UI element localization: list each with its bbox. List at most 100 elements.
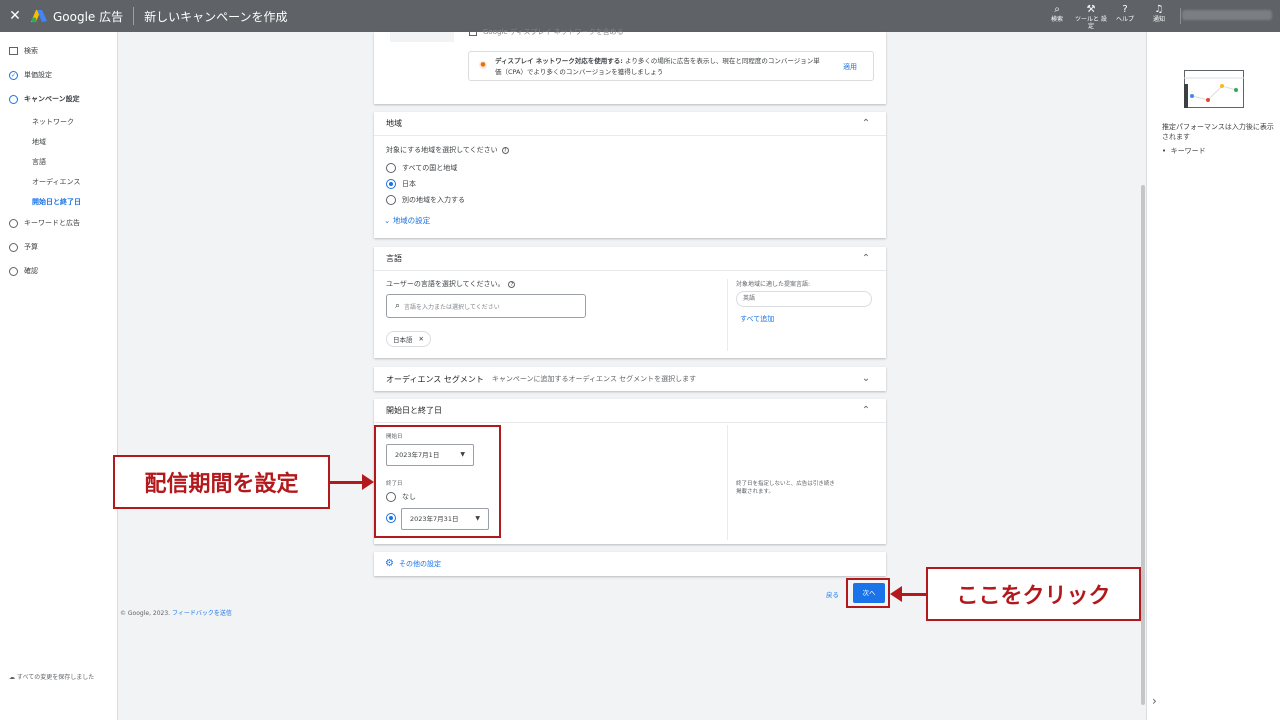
sidebar-item-label: 単価設定 [24,71,52,79]
tools-settings-button[interactable]: ⚒ ツールと 設定 [1074,4,1108,30]
checkbox-icon [469,28,477,36]
radio-label: 日本 [402,180,416,188]
region-card: 地域 ⌃ 対象にする地域を選択してください? すべての国と地域 日本 別の地域を… [374,112,886,238]
tools-settings-label: ツールと 設定 [1075,16,1107,30]
language-card: 言語 ⌃ ユーザーの言語を選択してください。? ⌕ 言語を入力または選択してくだ… [374,247,886,358]
region-prompt: 対象にする地域を選択してください? [386,145,509,155]
annotation-arrowhead [362,474,374,490]
performance-panel: 推定パフォーマンスは入力後に表示されます • キーワード [1146,32,1280,720]
sidebar-item-label: 確認 [24,267,38,275]
scrollbar-thumb[interactable] [1141,185,1145,705]
region-settings-link[interactable]: ⌄ 地域の設定 [384,215,430,226]
sidebar-subitem-audience[interactable]: オーディエンス [32,177,80,187]
campaign-type-icon [9,47,18,55]
add-all-languages-link[interactable]: すべて追加 [740,314,774,324]
brand-name: Google 広告 [53,9,124,24]
radio-button[interactable] [386,179,396,189]
other-settings-card[interactable]: ⚙ その他の設定 [374,552,886,576]
search-tool-button[interactable]: ⌕ 検索 [1040,4,1074,30]
language-chip-japanese[interactable]: 日本語 ✕ [386,331,431,347]
checkbox-label: Google ディスプレイ ネットワークを含める [483,28,624,36]
dates-card-title: 開始日と終了日 [386,406,442,415]
check-icon: ✓ [9,70,18,80]
other-settings-toggle[interactable]: ⚙ その他の設定 [385,558,441,569]
help-button[interactable]: ? ヘルプ [1108,4,1142,30]
audience-card-title: オーディエンス セグメント [386,374,484,384]
language-card-title: 言語 [386,254,402,263]
sidebar-item-bidding[interactable]: ✓ 単価設定 [9,70,52,80]
search-tool-label: 検索 [1050,16,1063,23]
region-card-title: 地域 [386,119,402,128]
divider [1180,8,1181,24]
lightbulb-icon: ● [479,61,487,69]
step-circle-icon [9,218,18,228]
close-icon[interactable]: ✕ [0,8,30,24]
close-icon[interactable]: ✕ [419,335,424,343]
step-circle-icon [9,94,18,104]
step-circle-icon [9,242,18,252]
apply-button[interactable]: 適用 [843,62,857,72]
suggested-language-label: 対象地域に適した提案言語: [736,281,811,288]
gear-icon: ⚙ [385,558,394,569]
region-card-header[interactable]: 地域 ⌃ [374,112,886,136]
chevron-right-icon[interactable]: › [1152,694,1157,708]
region-option-all[interactable]: すべての国と地域 [386,163,457,173]
step-circle-icon [9,266,18,276]
toolbar: ⌕ 検索 ⚒ ツールと 設定 ? ヘルプ ♫ 通知 [1040,4,1176,30]
chevron-down-icon: ⌄ [384,216,391,225]
suggested-language-chip[interactable]: 英語 [736,291,872,307]
chevron-up-icon[interactable]: ⌃ [860,405,872,417]
top-bar: ✕ Google 広告 新しいキャンペーンを作成 ⌕ 検索 ⚒ ツールと 設定 … [0,0,1280,32]
sidebar-item-label: キャンペーン設定 [24,95,80,103]
sidebar-item-budget[interactable]: 予算 [9,242,38,252]
language-card-header[interactable]: 言語 ⌃ [374,247,886,271]
display-network-suggestion: ● ディスプレイ ネットワーク対応を使用する: より多くの場所に広告を表示し、現… [468,51,874,81]
radio-label: すべての国と地域 [402,164,458,172]
audience-card: オーディエンス セグメント キャンペーンに追加するオーディエンス セグメントを選… [374,367,886,391]
bell-icon: ♫ [1154,4,1164,15]
radio-label: 別の地域を入力する [402,196,465,204]
other-settings-label: その他の設定 [398,559,441,568]
notifications-button[interactable]: ♫ 通知 [1142,4,1176,30]
display-network-checkbox[interactable]: Google ディスプレイ ネットワークを含める [469,27,624,37]
notifications-label: 通知 [1152,16,1165,23]
page-title: 新しいキャンペーンを作成 [144,9,288,24]
help-icon[interactable]: ? [508,281,516,288]
sidebar-item-review[interactable]: 確認 [9,266,38,276]
search-icon: ⌕ [1054,4,1060,15]
language-search-placeholder: 言語を入力または選択してください [404,303,500,311]
sidebar-subitem-language[interactable]: 言語 [32,157,46,167]
account-info[interactable] [1182,10,1272,20]
annotation-highlight-next [846,578,890,608]
sidebar-item-keywords-ads[interactable]: キーワードと広告 [9,218,80,228]
search-icon: ⌕ [395,301,401,311]
sidebar-subitem-network[interactable]: ネットワーク [32,117,74,127]
dates-card-header[interactable]: 開始日と終了日 ⌃ [374,399,886,423]
bullet-text: キーワード [1170,147,1206,155]
sidebar: 検索 ✓ 単価設定 キャンペーン設定 ネットワーク 地域 言語 オーディエンス … [0,32,118,720]
help-label: ヘルプ [1115,16,1134,23]
chevron-down-icon[interactable]: ⌄ [860,373,872,385]
sidebar-subitem-dates[interactable]: 開始日と終了日 [32,197,81,207]
region-option-other[interactable]: 別の地域を入力する [386,195,465,205]
sidebar-subitem-region[interactable]: 地域 [32,137,46,147]
annotation-label-click: ここをクリック [926,567,1141,621]
chevron-up-icon[interactable]: ⌃ [860,253,872,265]
performance-bullet: • キーワード [1162,147,1206,155]
feedback-link[interactable]: フィードバックを送信 [172,610,232,617]
audience-card-header[interactable]: オーディエンス セグメント キャンペーンに追加するオーディエンス セグメントを選… [374,367,886,391]
sidebar-item-search[interactable]: 検索 [9,46,38,56]
chevron-up-icon[interactable]: ⌃ [860,118,872,130]
sidebar-item-label: キーワードと広告 [24,219,80,227]
radio-button[interactable] [386,163,396,173]
save-status-text: すべての変更を保存しました [16,674,95,681]
region-option-japan[interactable]: 日本 [386,179,416,189]
back-button[interactable]: 戻る [826,589,839,599]
sidebar-item-label: 検索 [24,47,38,55]
radio-button[interactable] [386,195,396,205]
language-search-input[interactable]: ⌕ 言語を入力または選択してください [386,294,586,318]
chip-label: 日本語 [393,336,413,344]
help-icon[interactable]: ? [501,147,509,154]
sidebar-item-campaign-settings[interactable]: キャンペーン設定 [9,94,80,104]
language-prompt: ユーザーの言語を選択してください。? [386,279,516,289]
